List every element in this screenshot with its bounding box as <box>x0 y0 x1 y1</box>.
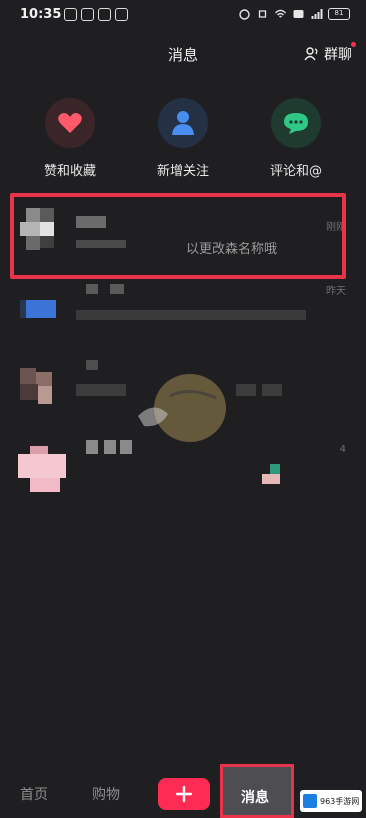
likes-bubble <box>45 98 95 148</box>
mute-icon <box>258 10 267 18</box>
preview-pixelated <box>262 474 280 484</box>
nav-shop[interactable]: 购物 <box>92 784 120 804</box>
hd-icon <box>293 10 304 18</box>
system-icons: 81 <box>238 8 350 20</box>
avatar <box>16 364 66 414</box>
battery-icon: 81 <box>328 8 350 20</box>
avatar <box>16 444 66 494</box>
watermark-mascot <box>138 374 226 442</box>
username-pixelated <box>86 360 98 370</box>
comment-icon <box>284 113 308 134</box>
group-chat-icon <box>304 47 318 61</box>
app-notification-icon <box>98 8 111 21</box>
nav-home[interactable]: 首页 <box>20 784 48 804</box>
preview-pixelated <box>262 384 282 396</box>
comments-bubble <box>271 98 321 148</box>
group-chat-label: 群聊 <box>324 47 352 63</box>
group-chat-button[interactable]: 群聊 <box>304 42 356 64</box>
header: 消息 群聊 <box>0 36 366 70</box>
shortcut-new-followers[interactable]: 新增关注 <box>128 98 238 179</box>
plus-icon <box>175 785 193 803</box>
shortcut-likes[interactable]: 赞和收藏 <box>15 98 125 179</box>
username-pixelated <box>110 284 124 294</box>
signal-icon <box>311 9 323 19</box>
shortcut-comments[interactable]: 评论和@ <box>241 98 351 179</box>
message-row[interactable]: 昨天 <box>0 270 366 350</box>
avatar <box>16 284 66 334</box>
bottom-nav: 首页 购物 消息 963手游网 <box>0 758 366 818</box>
preview-pixelated <box>76 384 126 396</box>
preview-pixelated <box>236 384 256 396</box>
app-notification-icon <box>81 8 94 21</box>
shortcut-bar: 赞和收藏 新增关注 评论和@ <box>0 98 366 184</box>
message-time: 4 <box>339 444 346 455</box>
wifi-icon <box>275 9 286 18</box>
shortcut-label: 新增关注 <box>156 164 209 179</box>
highlight-annotation <box>10 193 346 279</box>
app-notification-icon <box>115 8 128 21</box>
status-time: 10:35 <box>20 7 62 22</box>
site-logo-icon <box>303 794 317 808</box>
followers-bubble <box>158 98 208 148</box>
message-time: 昨天 <box>326 286 346 297</box>
preview-pixelated <box>76 310 306 320</box>
nav-messages-label: 消息 <box>241 790 269 806</box>
site-watermark: 963手游网 <box>300 790 362 812</box>
status-bar: 10:35 81 <box>0 0 366 30</box>
heart-icon <box>58 113 82 133</box>
person-icon <box>172 111 194 135</box>
preview-pixelated <box>270 464 280 474</box>
username-pixelated <box>104 440 116 454</box>
username-pixelated <box>86 284 98 294</box>
notification-icons <box>64 8 128 21</box>
nav-messages[interactable]: 消息 <box>220 764 294 818</box>
shortcut-label: 赞和收藏 <box>43 164 96 179</box>
create-button[interactable] <box>158 778 210 810</box>
shortcut-label: 评论和@ <box>269 164 322 179</box>
username-pixelated <box>86 440 98 454</box>
alarm-icon <box>239 9 250 20</box>
site-watermark-text: 963手游网 <box>320 796 360 806</box>
unread-dot <box>351 42 356 47</box>
app-notification-icon <box>64 8 77 21</box>
username-pixelated <box>120 440 132 454</box>
